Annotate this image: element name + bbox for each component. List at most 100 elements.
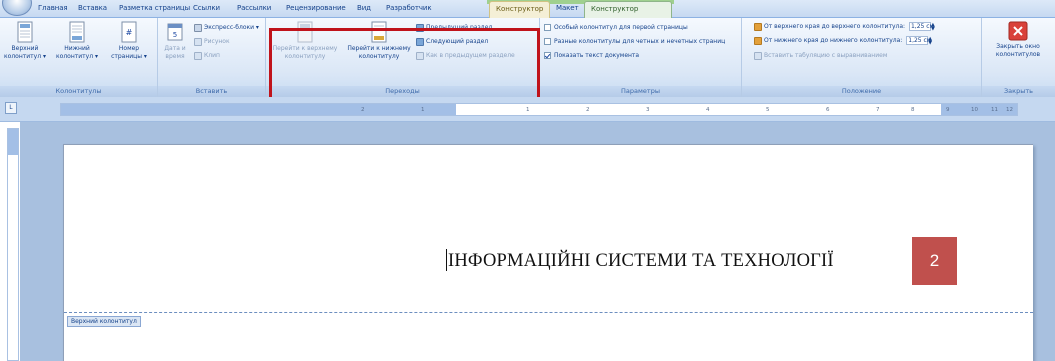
ruler-tick: 5 bbox=[766, 107, 770, 113]
odd-even-checkbox[interactable] bbox=[544, 38, 551, 45]
clip-button[interactable]: Клип bbox=[194, 51, 220, 60]
header-button-label: Верхний колонтитул ▾ bbox=[4, 45, 46, 60]
group-insert-label: Вставить bbox=[158, 86, 265, 97]
tab-mailings[interactable]: Рассылки bbox=[237, 4, 271, 12]
page-number-box[interactable]: 2 bbox=[912, 237, 957, 285]
date-time-label: Дата и время bbox=[164, 45, 186, 60]
show-text-label: Показать текст документа bbox=[554, 52, 640, 59]
insert-alignment-tab-label: Вставить табуляцию с выравниванием bbox=[764, 52, 888, 59]
ruler-tick: 9 bbox=[946, 107, 950, 113]
calendar-icon: 5 bbox=[167, 23, 183, 41]
prev-section-button[interactable]: Предыдущий раздел bbox=[416, 23, 492, 32]
tab-insert[interactable]: Вставка bbox=[78, 4, 107, 12]
odd-even-label: Разные колонтитулы для четных и нечетных… bbox=[554, 38, 726, 45]
group-headers-label: Колонтитулы bbox=[0, 86, 157, 97]
page-number-button-label: Номер страницы ▾ bbox=[111, 45, 147, 60]
ruler-tick: 7 bbox=[876, 107, 880, 113]
ruler-tick: 12 bbox=[1006, 107, 1013, 113]
footer-bottom-spinner-icon[interactable]: ▲ ▼ bbox=[928, 36, 934, 45]
first-page-option[interactable]: Особый колонтитул для первой страницы bbox=[544, 23, 688, 32]
tab-designer-active[interactable]: Конструктор bbox=[584, 1, 672, 19]
office-button[interactable] bbox=[2, 0, 32, 16]
text-cursor bbox=[446, 249, 447, 271]
express-blocks-icon bbox=[194, 23, 202, 32]
prev-section-icon bbox=[416, 23, 424, 32]
insert-alignment-tab-button[interactable]: Вставить табуляцию с выравниванием bbox=[754, 51, 887, 60]
footer-doc-icon bbox=[69, 21, 85, 43]
next-section-icon bbox=[416, 37, 424, 46]
tab-selector-icon[interactable]: L bbox=[5, 102, 17, 114]
group-close: Закрыть окно колонтитулов Закрыть bbox=[982, 18, 1055, 97]
svg-text:#: # bbox=[126, 28, 133, 37]
ruler-tick: 2 bbox=[586, 107, 590, 113]
group-insert: 5 Дата и время Экспресс-блоки ▾ Рисунок … bbox=[158, 18, 266, 97]
header-title-text[interactable]: ІНФОРМАЦІЙНІ СИСТЕМИ ТА ТЕХНОЛОГІЇ bbox=[448, 251, 834, 272]
header-top-input[interactable]: 1,25 см bbox=[908, 22, 934, 31]
tab-view[interactable]: Вид bbox=[357, 4, 371, 12]
tab-home[interactable]: Главная bbox=[38, 4, 68, 12]
goto-footer-button[interactable]: Перейти к нижнему колонтитулу bbox=[346, 21, 412, 61]
horizontal-ruler-bar: L 2 1 1 2 3 4 5 6 7 8 9 10 11 12 bbox=[0, 97, 1055, 122]
ruler-tick: 3 bbox=[646, 107, 650, 113]
footer-bottom-distance: От нижнего края до нижнего колонтитула: … bbox=[754, 36, 934, 45]
express-blocks-button[interactable]: Экспресс-блоки ▾ bbox=[194, 23, 259, 32]
ruler-tick: 6 bbox=[826, 107, 830, 113]
vruler-body bbox=[8, 189, 18, 309]
odd-even-option[interactable]: Разные колонтитулы для четных и нечетных… bbox=[544, 37, 725, 46]
group-options-label: Параметры bbox=[540, 86, 741, 97]
clip-icon bbox=[194, 51, 202, 60]
clip-label: Клип bbox=[204, 52, 220, 59]
ruler-tick: 2 bbox=[361, 107, 365, 113]
tab-review[interactable]: Рецензирование bbox=[286, 4, 346, 12]
tab-page-layout[interactable]: Разметка страницы bbox=[119, 4, 190, 12]
vruler-top-margin bbox=[8, 129, 18, 155]
ruler-tick: 8 bbox=[911, 107, 915, 113]
close-header-footer-button[interactable]: Закрыть окно колонтитулов bbox=[986, 21, 1050, 59]
horizontal-ruler[interactable]: 2 1 1 2 3 4 5 6 7 8 9 10 11 12 bbox=[60, 103, 1018, 116]
tab-developer[interactable]: Разработчик bbox=[386, 4, 432, 12]
header-separator-line bbox=[64, 312, 1033, 313]
ruler-tick: 1 bbox=[526, 107, 530, 113]
first-page-checkbox[interactable] bbox=[544, 24, 551, 31]
header-doc-icon bbox=[17, 21, 33, 43]
group-close-label: Закрыть bbox=[982, 86, 1055, 97]
tab-layout[interactable]: Макет bbox=[556, 4, 579, 12]
page-number-button[interactable]: # Номер страницы ▾ bbox=[106, 21, 152, 61]
footer-bottom-input[interactable]: 1,25 см bbox=[906, 36, 931, 45]
header-top-distance: От верхнего края до верхнего колонтитула… bbox=[754, 22, 937, 31]
footer-button-label: Нижний колонтитул ▾ bbox=[56, 45, 98, 60]
vertical-ruler[interactable] bbox=[7, 128, 19, 361]
document-page[interactable]: ІНФОРМАЦІЙНІ СИСТЕМИ ТА ТЕХНОЛОГІЇ 2 Вер… bbox=[63, 144, 1033, 361]
goto-footer-label: Перейти к нижнему колонтитулу bbox=[347, 45, 411, 60]
express-blocks-label: Экспресс-блоки ▾ bbox=[204, 24, 259, 31]
ruler-left-margin bbox=[61, 104, 456, 115]
show-text-option[interactable]: Показать текст документа bbox=[544, 51, 639, 60]
group-navigation-label: Переходы bbox=[266, 86, 539, 97]
next-section-button[interactable]: Следующий раздел bbox=[416, 37, 488, 46]
footer-button[interactable]: Нижний колонтитул ▾ bbox=[54, 21, 100, 61]
header-button[interactable]: Верхний колонтитул ▾ bbox=[2, 21, 48, 61]
document-workspace: ІНФОРМАЦІЙНІ СИСТЕМИ ТА ТЕХНОЛОГІЇ 2 Вер… bbox=[20, 122, 1055, 361]
page-number-icon: # bbox=[121, 21, 137, 43]
show-text-checkbox[interactable] bbox=[544, 52, 551, 59]
header-top-label: От верхнего края до верхнего колонтитула… bbox=[764, 23, 906, 30]
svg-text:5: 5 bbox=[173, 31, 177, 39]
date-time-button[interactable]: 5 Дата и время bbox=[160, 21, 190, 61]
footer-bottom-label: От нижнего края до нижнего колонтитула: bbox=[764, 37, 903, 44]
next-section-label: Следующий раздел bbox=[426, 38, 489, 45]
ruler-tick: 1 bbox=[421, 107, 425, 113]
tab-references[interactable]: Ссылки bbox=[193, 4, 220, 12]
goto-header-button[interactable]: Перейти к верхнему колонтитулу bbox=[272, 21, 338, 61]
picture-icon bbox=[194, 37, 202, 46]
picture-button[interactable]: Рисунок bbox=[194, 37, 230, 46]
header-top-spinner-icon[interactable]: ▲ ▼ bbox=[931, 22, 937, 31]
prev-section-label: Предыдущий раздел bbox=[426, 24, 493, 31]
goto-footer-icon bbox=[371, 21, 387, 43]
header-area-tag: Верхний колонтитул bbox=[67, 316, 141, 327]
link-to-previous-button[interactable]: Как в предыдущем разделе bbox=[416, 51, 515, 60]
group-headers-footers: Верхний колонтитул ▾ Нижний колонтитул ▾… bbox=[0, 18, 158, 97]
tab-designer-context[interactable]: Конструктор bbox=[489, 1, 551, 19]
link-icon bbox=[416, 51, 424, 60]
ruler-tick: 11 bbox=[991, 107, 998, 113]
ruler-tick: 10 bbox=[971, 107, 978, 113]
